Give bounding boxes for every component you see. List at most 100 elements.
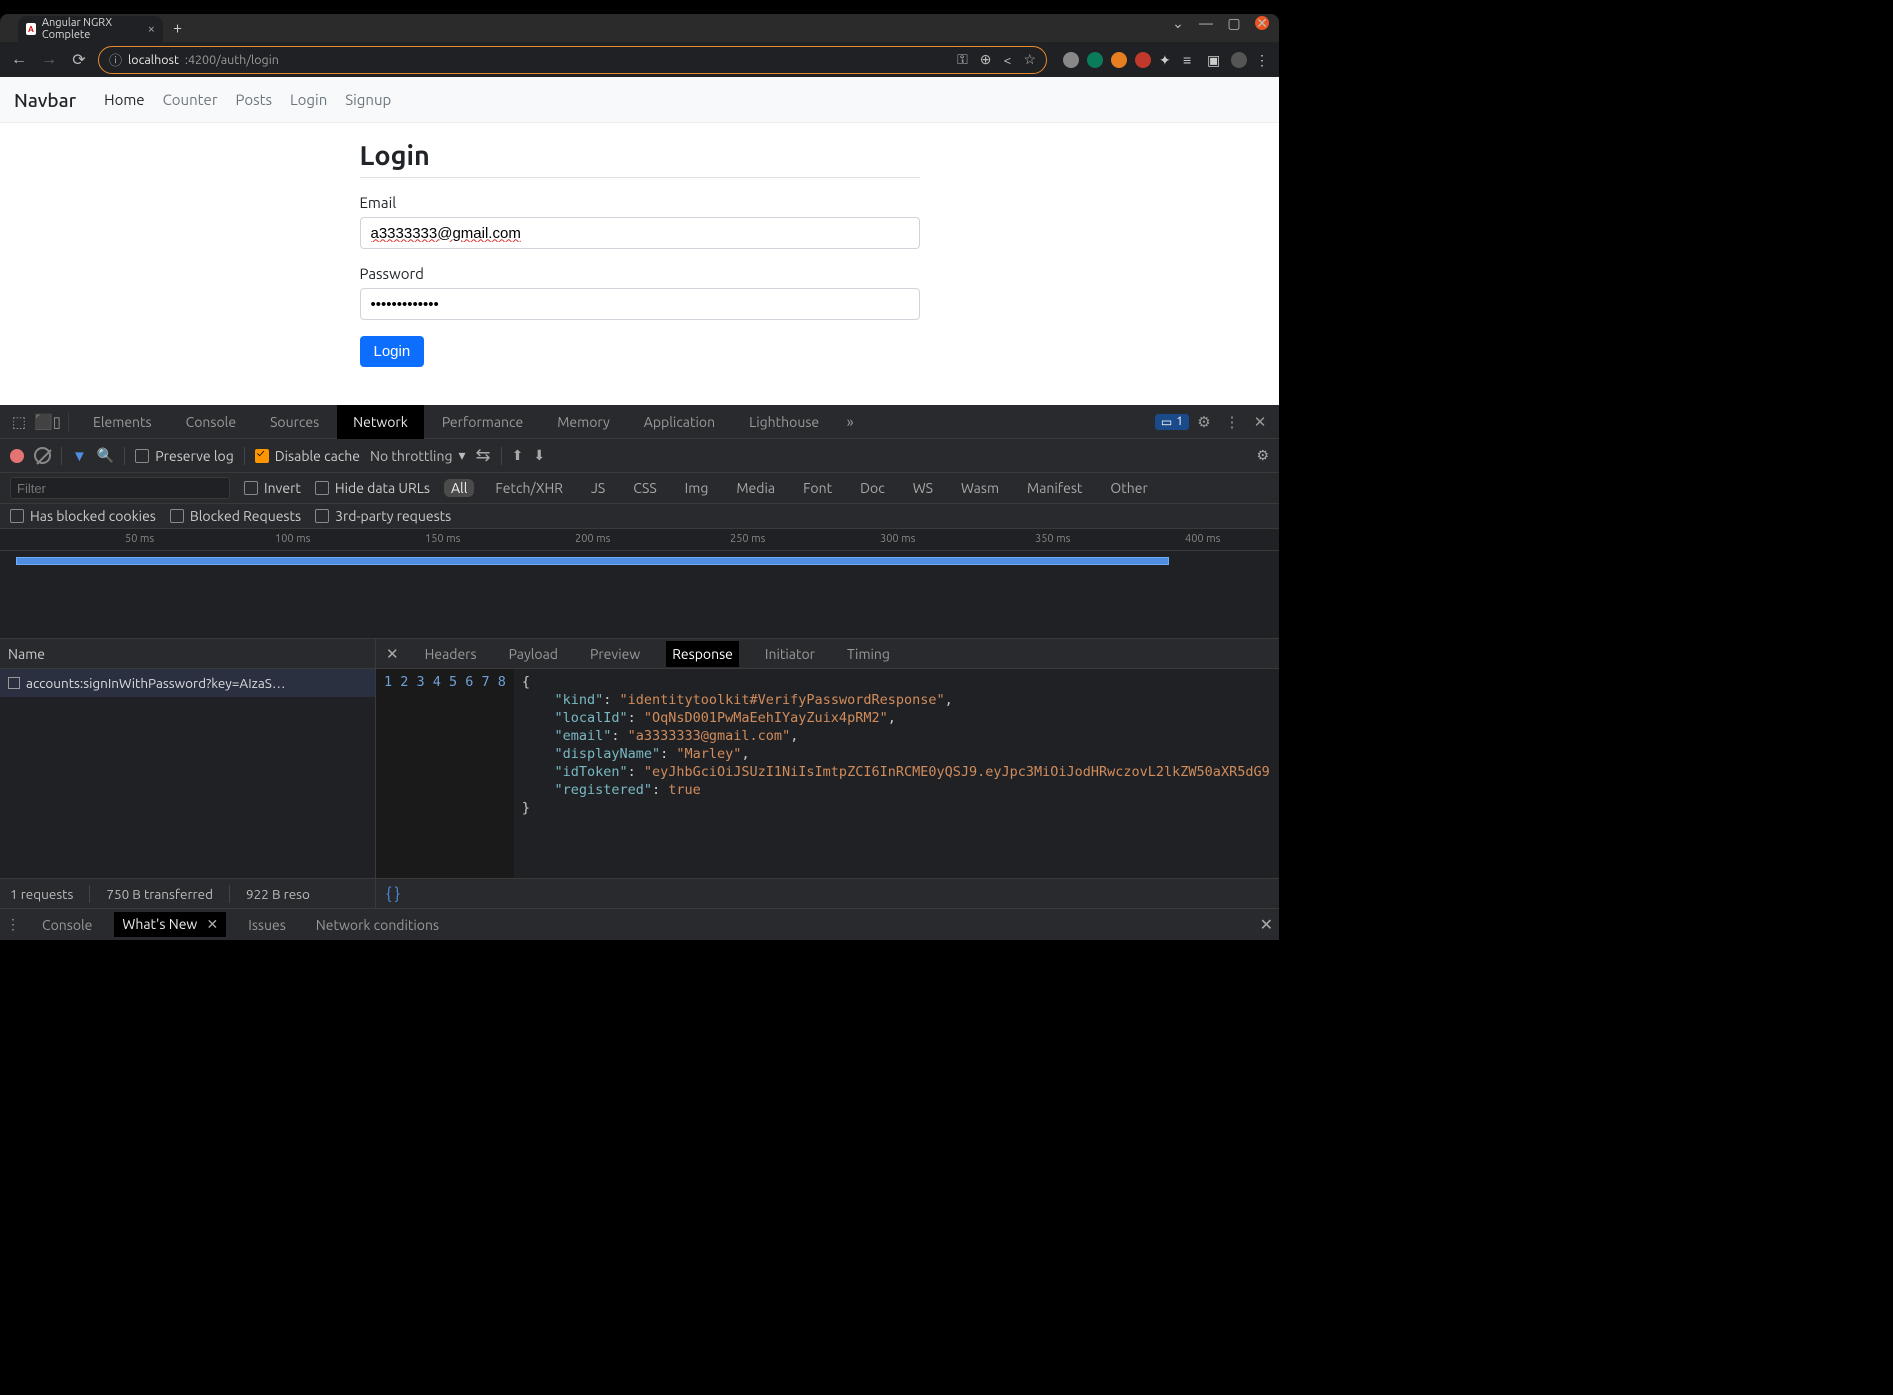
nav-posts[interactable]: Posts (236, 91, 273, 108)
readlist-icon[interactable]: ≡ (1183, 52, 1199, 68)
profile-icon[interactable] (1231, 52, 1247, 68)
clear-button[interactable] (34, 447, 51, 464)
type-manifest[interactable]: Manifest (1020, 479, 1089, 497)
back-button[interactable]: ← (8, 50, 30, 69)
devtools-drawer: ⋮ Console What's New ✕ Issues Network co… (0, 908, 1279, 940)
tab-application[interactable]: Application (628, 405, 731, 439)
ext-icon[interactable] (1087, 52, 1103, 68)
password-field[interactable] (360, 288, 920, 320)
disable-cache-checkbox[interactable]: Disable cache (255, 448, 360, 464)
detail-tab-initiator[interactable]: Initiator (759, 641, 821, 667)
preserve-log-checkbox[interactable]: Preserve log (135, 448, 233, 464)
caret-down-icon[interactable]: ⌄ (1171, 16, 1185, 30)
close-devtools-icon[interactable]: ✕ (1247, 413, 1273, 431)
blocked-requests-checkbox[interactable]: Blocked Requests (170, 508, 301, 524)
tab-console[interactable]: Console (170, 405, 252, 439)
close-drawer-icon[interactable]: ✕ (1260, 915, 1273, 934)
reload-button[interactable]: ⟳ (68, 50, 90, 69)
newtab-button[interactable]: + (173, 19, 182, 37)
kebab-icon[interactable]: ⋮ (1219, 413, 1245, 431)
type-css[interactable]: CSS (626, 479, 663, 497)
pretty-print-icon[interactable]: { } (386, 885, 408, 903)
type-js[interactable]: JS (584, 479, 612, 497)
browser-tab[interactable]: A Angular NGRX Complete × (18, 16, 163, 42)
third-party-checkbox[interactable]: 3rd-party requests (315, 508, 451, 524)
detail-tab-headers[interactable]: Headers (419, 641, 483, 667)
filter-input[interactable] (10, 477, 230, 499)
nav-counter[interactable]: Counter (163, 91, 218, 108)
tab-network[interactable]: Network (337, 405, 424, 439)
detail-tab-response[interactable]: Response (666, 641, 739, 667)
type-img[interactable]: Img (678, 479, 716, 497)
tab-elements[interactable]: Elements (77, 405, 168, 439)
drawer-whatsnew[interactable]: What's New ✕ (114, 912, 226, 937)
network-timeline[interactable]: 50 ms 100 ms 150 ms 200 ms 250 ms 300 ms… (0, 529, 1279, 639)
type-wasm[interactable]: Wasm (954, 479, 1006, 497)
search-icon[interactable]: 🔍 (97, 447, 114, 464)
type-media[interactable]: Media (729, 479, 782, 497)
status-requests: 1 requests (10, 886, 73, 902)
type-font[interactable]: Font (796, 479, 839, 497)
key-icon[interactable]: ⚿ (957, 51, 968, 68)
tab-performance[interactable]: Performance (426, 405, 539, 439)
timeline-selection[interactable] (16, 557, 1169, 565)
nav-home[interactable]: Home (104, 91, 144, 108)
ext-icon[interactable] (1135, 52, 1151, 68)
upload-icon[interactable]: ⬆ (512, 447, 524, 464)
type-other[interactable]: Other (1103, 479, 1154, 497)
gear-icon[interactable]: ⚙ (1256, 447, 1269, 464)
url-box[interactable]: ⓘ localhost:4200/auth/login ⚿ ⊕ < ☆ (98, 46, 1047, 74)
ext-icon[interactable] (1063, 52, 1079, 68)
throttling-select[interactable]: No throttling ▾ (370, 447, 466, 464)
drawer-netconditions[interactable]: Network conditions (308, 913, 447, 937)
nav-login[interactable]: Login (290, 91, 327, 108)
drawer-console[interactable]: Console (34, 913, 100, 937)
window-close-icon[interactable]: ✕ (1255, 16, 1269, 30)
site-info-icon[interactable]: ⓘ (109, 50, 122, 69)
detail-tab-timing[interactable]: Timing (841, 641, 896, 667)
type-ws[interactable]: WS (906, 479, 940, 497)
detail-tab-preview[interactable]: Preview (584, 641, 646, 667)
tab-lighthouse[interactable]: Lighthouse (733, 405, 835, 439)
minimize-icon[interactable]: — (1199, 16, 1213, 30)
record-button[interactable] (10, 449, 24, 463)
inspect-icon[interactable]: ⬚ (6, 413, 32, 431)
login-button[interactable]: Login (360, 336, 425, 367)
type-doc[interactable]: Doc (853, 479, 892, 497)
navbar-brand[interactable]: Navbar (14, 89, 76, 111)
hide-data-checkbox[interactable]: Hide data URLs (315, 480, 430, 496)
type-all[interactable]: All (444, 479, 474, 497)
drawer-menu-icon[interactable]: ⋮ (6, 916, 20, 933)
response-body[interactable]: { "kind": "identitytoolkit#VerifyPasswor… (514, 669, 1278, 878)
invert-checkbox[interactable]: Invert (244, 480, 301, 496)
maximize-icon[interactable]: ▢ (1227, 16, 1241, 30)
ext-icon[interactable] (1111, 52, 1127, 68)
tab-memory[interactable]: Memory (541, 405, 626, 439)
gear-icon[interactable]: ⚙ (1191, 413, 1217, 431)
download-icon[interactable]: ⬇ (533, 447, 545, 464)
wifi-icon[interactable]: ⇆ (476, 445, 491, 466)
type-fetch[interactable]: Fetch/XHR (488, 479, 570, 497)
column-name[interactable]: Name (0, 639, 375, 669)
tab-icon[interactable]: ▣ (1207, 52, 1223, 68)
blocked-cookies-checkbox[interactable]: Has blocked cookies (10, 508, 156, 524)
close-whatsnew-icon[interactable]: ✕ (207, 916, 219, 932)
close-tab-icon[interactable]: × (148, 22, 155, 36)
close-detail-icon[interactable]: ✕ (386, 645, 399, 663)
messages-badge[interactable]: ▭ 1 (1155, 414, 1189, 430)
zoom-icon[interactable]: ⊕ (980, 51, 992, 68)
more-tabs-icon[interactable]: » (837, 413, 863, 430)
forward-button[interactable]: → (38, 50, 60, 69)
filter-icon[interactable]: ▼ (72, 447, 87, 465)
detail-tab-payload[interactable]: Payload (503, 641, 564, 667)
menu-icon[interactable]: ⋮ (1255, 52, 1271, 68)
drawer-issues[interactable]: Issues (240, 913, 294, 937)
email-field[interactable] (360, 217, 920, 249)
device-icon[interactable]: ⬛▯ (34, 413, 60, 431)
share-icon[interactable]: < (1004, 52, 1012, 68)
extensions-icon[interactable]: ✦ (1159, 52, 1175, 68)
nav-signup[interactable]: Signup (345, 91, 391, 108)
request-row[interactable]: accounts:signInWithPassword?key=AIzaS… (0, 669, 375, 697)
star-icon[interactable]: ☆ (1023, 51, 1036, 68)
tab-sources[interactable]: Sources (254, 405, 335, 439)
